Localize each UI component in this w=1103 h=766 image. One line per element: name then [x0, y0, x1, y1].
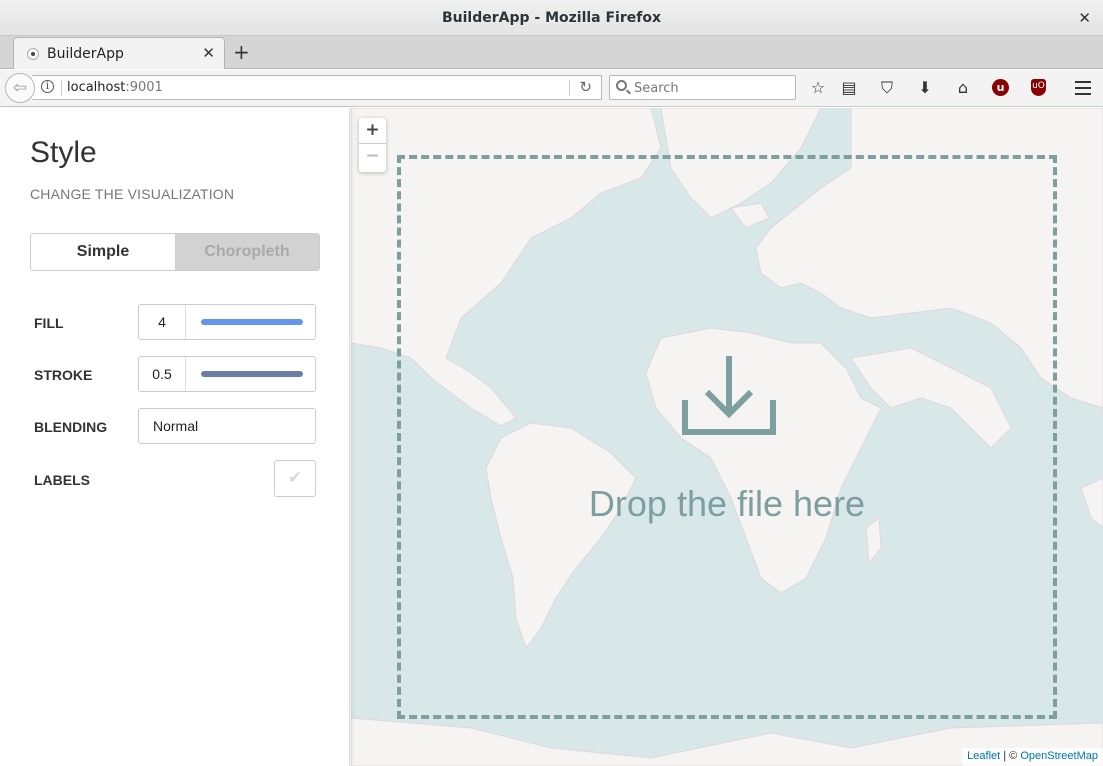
- download-icon: [682, 356, 776, 435]
- fill-value[interactable]: 4: [139, 305, 186, 339]
- fill-label: FILL: [34, 315, 64, 331]
- blending-label: BLENDING: [34, 419, 108, 435]
- tab-builderapp[interactable]: BuilderApp ✕: [13, 37, 225, 69]
- map-attribution: Leaflet | © OpenStreetMap: [962, 748, 1103, 766]
- attribution-separator: | ©: [1000, 750, 1021, 762]
- zoom-control: + −: [359, 118, 386, 172]
- info-icon[interactable]: i: [41, 80, 54, 93]
- blending-value: Normal: [153, 418, 199, 434]
- search-icon: [616, 80, 627, 91]
- home-icon[interactable]: ⌂: [952, 77, 974, 99]
- divider: [61, 80, 62, 96]
- pocket-icon[interactable]: ⛉: [876, 77, 898, 99]
- style-panel: Style CHANGE THE VISUALIZATION Simple Ch…: [0, 108, 350, 766]
- labels-checkbox[interactable]: ✔: [274, 460, 316, 497]
- stroke-value[interactable]: 0.5: [139, 357, 186, 391]
- download-icon[interactable]: ⬇: [914, 77, 936, 99]
- umatrix-icon[interactable]: uO: [1031, 79, 1046, 96]
- osm-link[interactable]: OpenStreetMap: [1020, 750, 1098, 762]
- file-drop-zone[interactable]: Drop the file here: [397, 155, 1057, 719]
- window-titlebar: BuilderApp - Mozilla Firefox ✕: [0, 0, 1103, 36]
- globe-icon: [27, 48, 39, 60]
- tab-title: BuilderApp: [47, 46, 124, 62]
- divider: [569, 80, 570, 96]
- window-close-button[interactable]: ✕: [1078, 9, 1091, 27]
- reload-icon[interactable]: ↻: [579, 78, 592, 96]
- stroke-color-swatch[interactable]: [201, 371, 303, 377]
- window-title: BuilderApp - Mozilla Firefox: [441, 10, 661, 26]
- leaflet-link[interactable]: Leaflet: [967, 750, 1000, 762]
- stroke-control[interactable]: 0.5: [138, 356, 316, 392]
- fill-color-swatch[interactable]: [201, 319, 303, 325]
- url-text[interactable]: localhost:9001: [67, 80, 163, 95]
- drop-instruction: Drop the file here: [588, 483, 866, 524]
- tab-strip: BuilderApp ✕ +: [0, 36, 1103, 69]
- toggle-simple[interactable]: Simple: [31, 234, 175, 270]
- fill-control[interactable]: 4: [138, 304, 316, 340]
- tab-close-button[interactable]: ✕: [202, 44, 215, 62]
- panel-heading: Style: [30, 136, 97, 169]
- map-canvas[interactable]: + − Drop the file here Leaflet | © OpenS…: [351, 108, 1103, 766]
- ublock-icon[interactable]: u: [992, 79, 1009, 96]
- bookmark-star-icon[interactable]: ☆: [807, 77, 829, 99]
- navigation-toolbar: i localhost:9001 ↻ ⇦ ☆ ▤ ⛉ ⬇ ⌂ u uO: [0, 70, 1103, 107]
- menu-icon[interactable]: [1075, 81, 1091, 95]
- blending-select[interactable]: Normal: [138, 408, 316, 444]
- zoom-out-button[interactable]: −: [359, 144, 386, 170]
- url-host: localhost: [67, 80, 126, 95]
- url-bar[interactable]: i localhost:9001 ↻: [32, 75, 602, 100]
- url-port: :9001: [125, 80, 163, 95]
- search-box[interactable]: [609, 75, 796, 100]
- search-input[interactable]: [634, 79, 784, 97]
- reading-list-icon[interactable]: ▤: [838, 77, 860, 99]
- zoom-in-button[interactable]: +: [359, 118, 386, 144]
- labels-label: LABELS: [34, 472, 90, 488]
- stroke-label: STROKE: [34, 367, 93, 383]
- toggle-choropleth[interactable]: Choropleth: [175, 234, 319, 270]
- new-tab-button[interactable]: +: [233, 40, 250, 64]
- back-button[interactable]: ⇦: [5, 73, 35, 103]
- visualization-toggle: Simple Choropleth: [30, 233, 320, 271]
- panel-subheading: CHANGE THE VISUALIZATION: [30, 186, 235, 202]
